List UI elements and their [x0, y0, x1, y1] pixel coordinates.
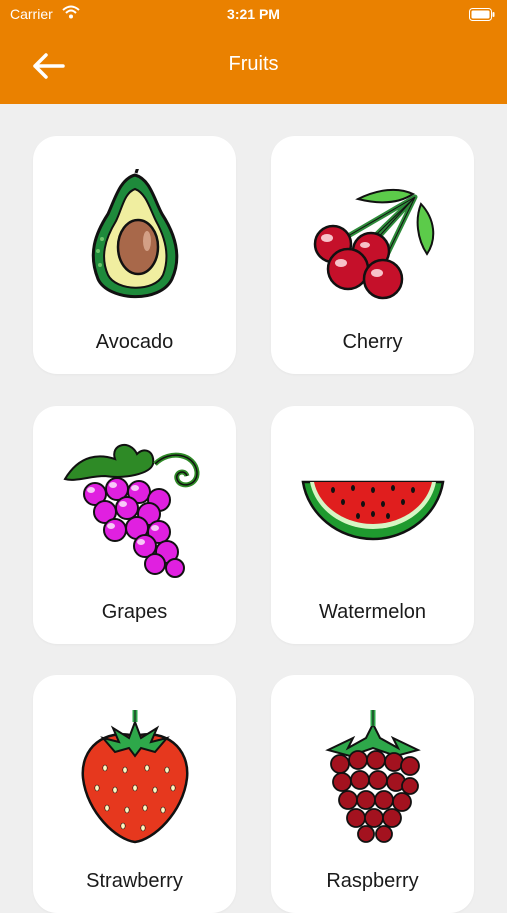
fruit-card-watermelon[interactable]: Watermelon: [271, 406, 474, 644]
fruit-label: Raspberry: [326, 870, 419, 892]
page-title: Fruits: [228, 53, 279, 75]
raspberry-icon: [324, 710, 421, 843]
fruit-label: Watermelon: [318, 601, 427, 623]
app-header: Carrier 3:21 PM Fruits: [0, 0, 507, 104]
fruit-grid: Avocado Cherry Grapes Watermelon Strawbe…: [0, 104, 507, 913]
battery-icon: [469, 8, 495, 24]
cherry-icon: [313, 188, 434, 300]
fruit-card-grapes[interactable]: Grapes: [33, 406, 236, 644]
status-time: 3:21 PM: [227, 6, 280, 22]
fruit-label: Cherry: [342, 331, 403, 353]
status-bar: Carrier 3:21 PM: [0, 0, 507, 28]
fruit-card-strawberry[interactable]: Strawberry: [33, 675, 236, 913]
fruit-card-avocado[interactable]: Avocado: [33, 136, 236, 374]
fruit-card-cherry[interactable]: Cherry: [271, 136, 474, 374]
grapes-icon: [62, 444, 199, 578]
fruit-label: Strawberry: [86, 870, 183, 892]
fruit-label: Avocado: [95, 331, 174, 353]
watermelon-icon: [301, 480, 444, 541]
strawberry-icon: [81, 710, 188, 844]
avocado-icon: [91, 169, 178, 299]
fruit-card-raspberry[interactable]: Raspberry: [271, 675, 474, 913]
fruit-label: Grapes: [101, 601, 168, 623]
